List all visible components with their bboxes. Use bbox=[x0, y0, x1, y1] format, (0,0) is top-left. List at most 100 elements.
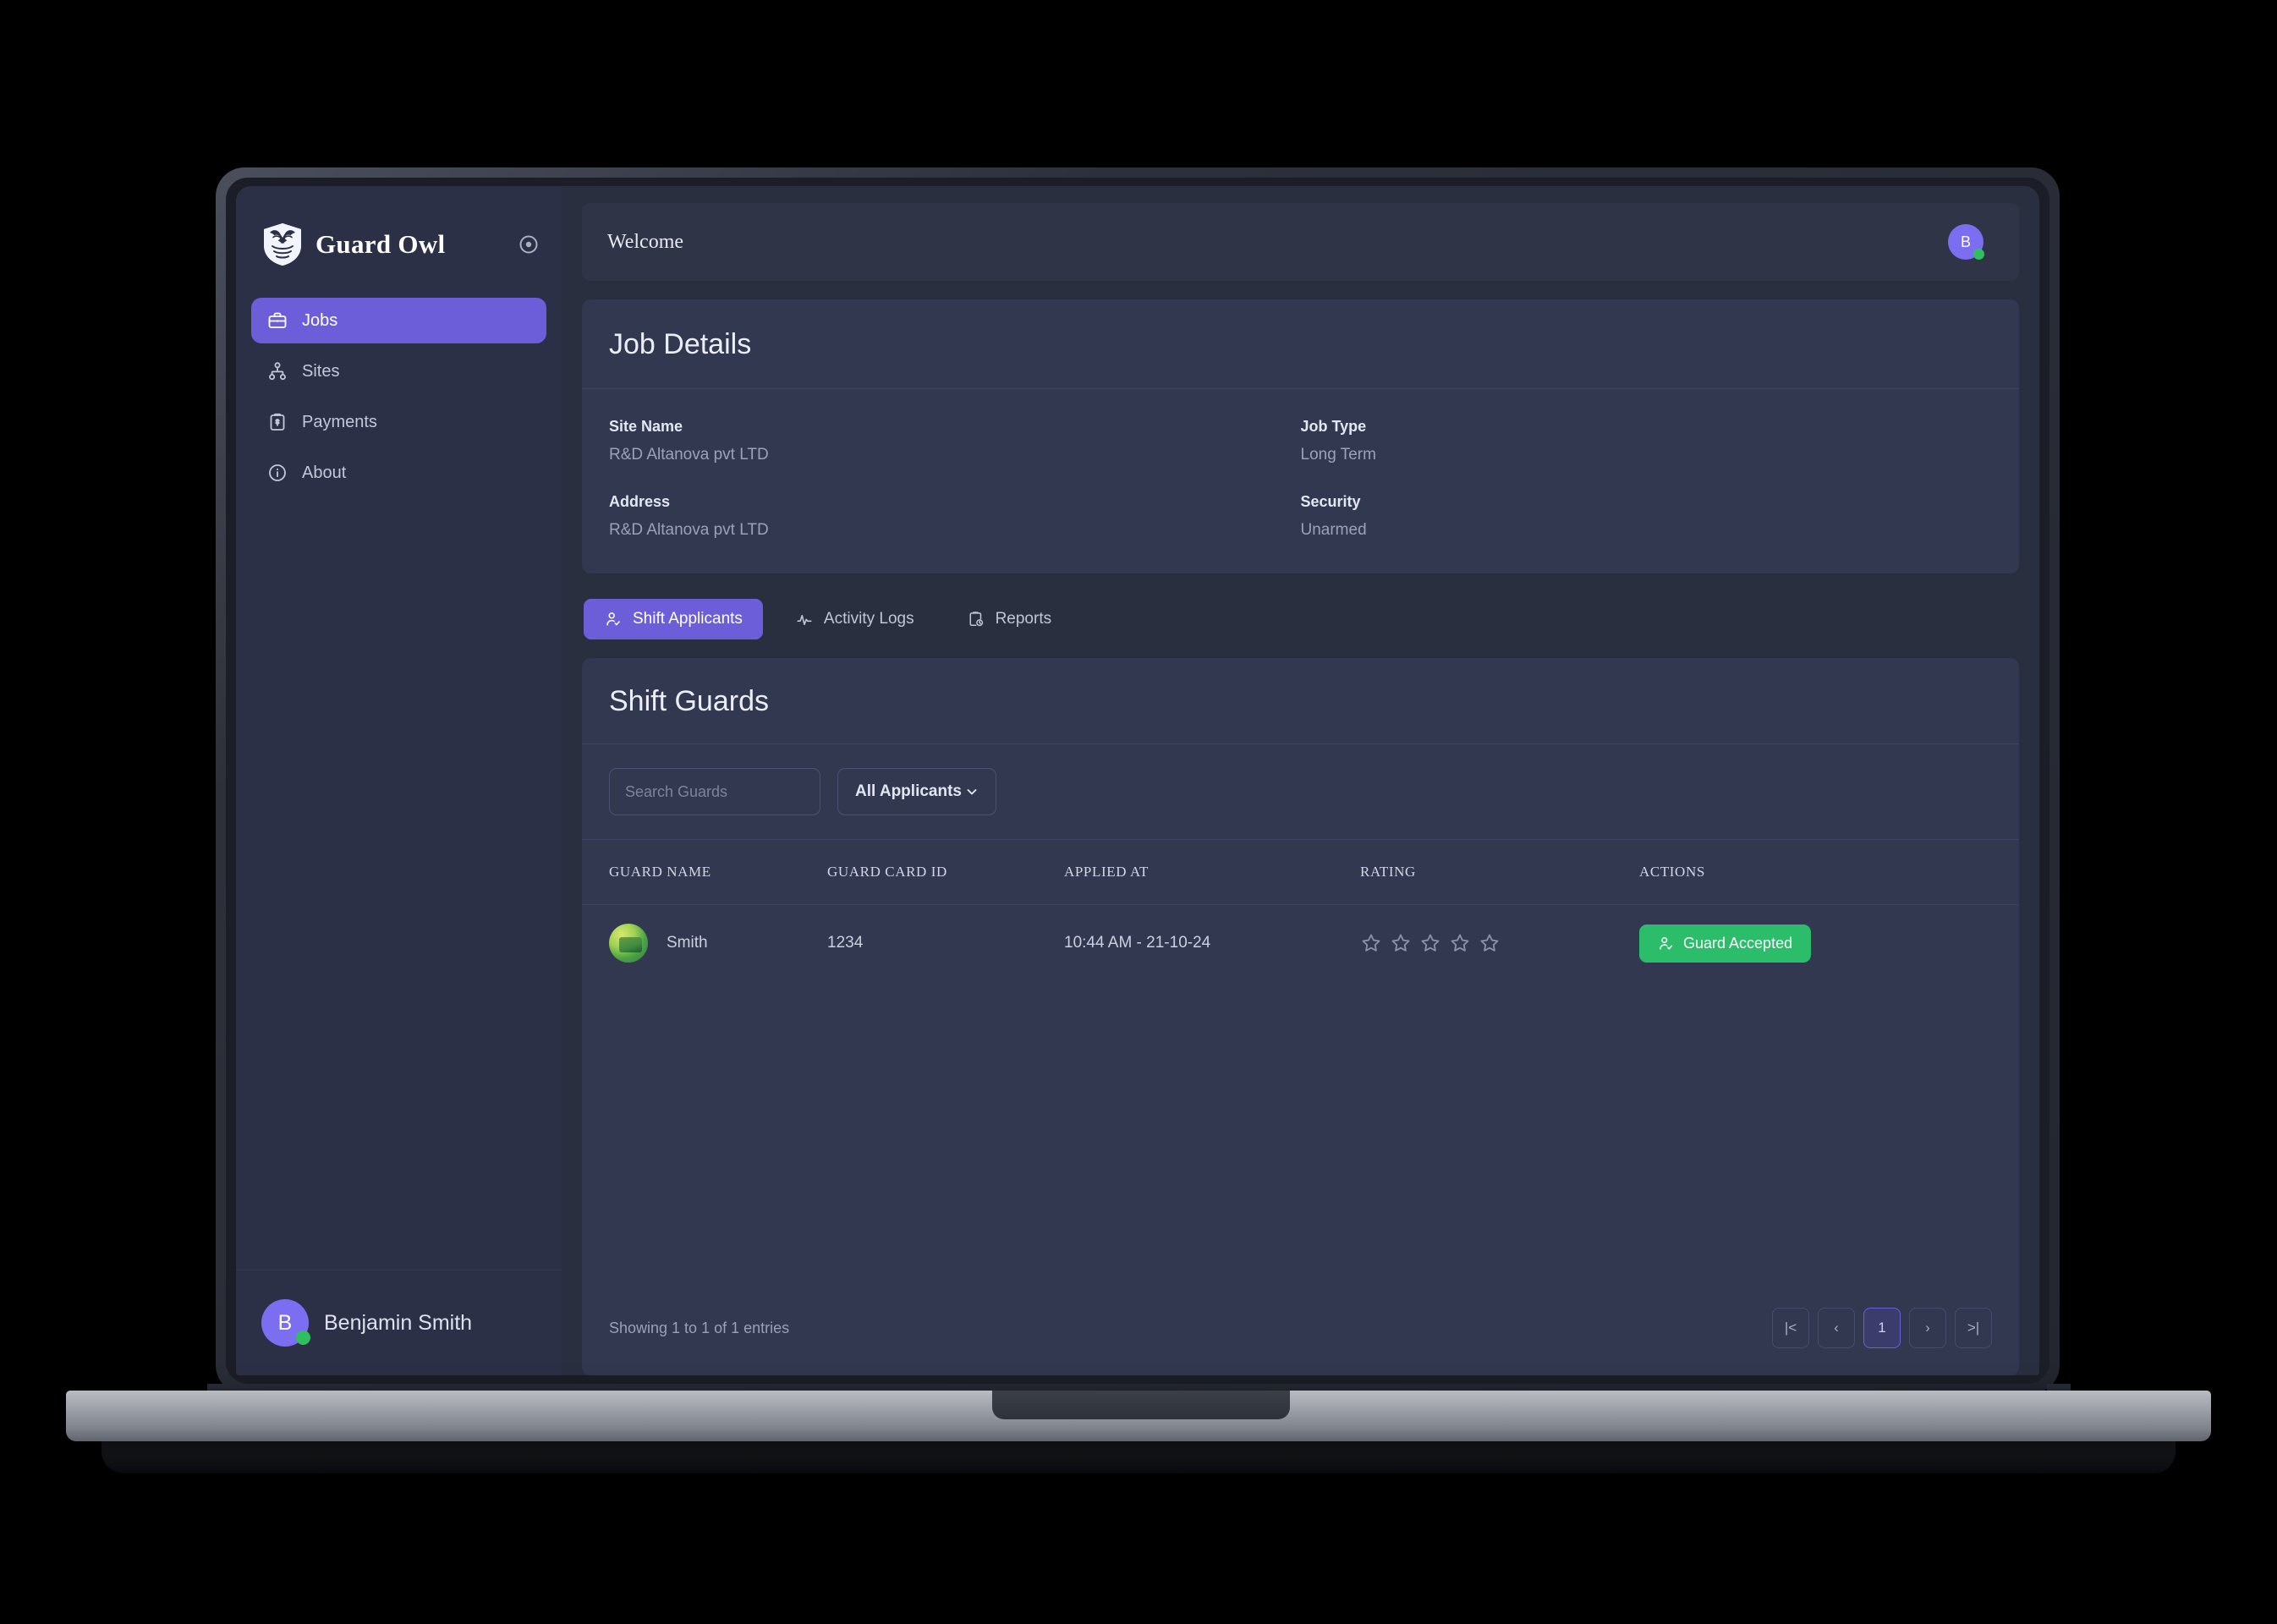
detail-label: Job Type bbox=[1300, 418, 1367, 435]
detail-label: Address bbox=[609, 493, 671, 510]
pagination-first-button[interactable]: |< bbox=[1772, 1308, 1809, 1348]
table-filters: All Applicants bbox=[582, 744, 2019, 840]
pagination: |< ‹ 1 › >| bbox=[1772, 1308, 1992, 1348]
welcome-title: Welcome bbox=[607, 230, 684, 253]
sidebar-item-label: About bbox=[302, 463, 347, 482]
owl-shield-icon bbox=[261, 222, 304, 267]
tab-label: Activity Logs bbox=[823, 610, 914, 628]
cell-actions: Guard Accepted bbox=[1639, 905, 2019, 982]
applicants-filter-select[interactable]: All Applicants bbox=[837, 768, 996, 815]
info-circle-icon bbox=[266, 462, 288, 484]
detail-field-address: Address R&D Altanova pvt LTD bbox=[609, 493, 1301, 540]
tab-shift-applicants[interactable]: Shift Applicants bbox=[584, 599, 763, 639]
pagination-next-button[interactable]: › bbox=[1909, 1308, 1946, 1348]
clipboard-dollar-icon bbox=[266, 411, 288, 433]
guard-accepted-label: Guard Accepted bbox=[1683, 934, 1793, 952]
sidebar-item-about[interactable]: About bbox=[251, 450, 546, 496]
job-details-header: Job Details bbox=[582, 299, 2019, 389]
cell-guard-card-id: 1234 bbox=[827, 934, 864, 952]
shift-guards-card: Shift Guards All Applicants bbox=[582, 658, 2019, 1375]
table-header-row: GUARD NAME GUARD CARD ID APPLIED AT RATI… bbox=[582, 840, 2019, 905]
sidebar-item-jobs[interactable]: Jobs bbox=[251, 298, 546, 343]
column-header-guard-name: GUARD NAME bbox=[582, 840, 827, 905]
cell-applied-at: 10:44 AM - 21-10-24 bbox=[1064, 934, 1211, 952]
column-header-rating: RATING bbox=[1360, 840, 1639, 905]
tab-reports[interactable]: Reports bbox=[946, 599, 1073, 639]
laptop-lid: Guard Owl Jobs Sites Payments About B Be… bbox=[216, 167, 2060, 1394]
app-screen: Guard Owl Jobs Sites Payments About B Be… bbox=[236, 186, 2039, 1375]
sidebar-user-profile[interactable]: B Benjamin Smith bbox=[236, 1270, 562, 1375]
chevron-down-icon bbox=[965, 785, 979, 798]
user-check-icon bbox=[1658, 935, 1674, 952]
table-footer: Showing 1 to 1 of 1 entries |< ‹ 1 › >| bbox=[582, 1286, 2019, 1375]
briefcase-icon bbox=[266, 310, 288, 332]
job-details-card: Job Details Site Name R&D Altanova pvt L… bbox=[582, 299, 2019, 573]
circle-dot-toggle-icon[interactable] bbox=[518, 233, 540, 255]
sidebar-item-label: Jobs bbox=[302, 310, 338, 330]
topbar-avatar[interactable]: B bbox=[1948, 224, 1984, 260]
column-header-guard-card-id: GUARD CARD ID bbox=[827, 840, 1064, 905]
page-title: Job Details bbox=[609, 328, 752, 360]
star-icon[interactable] bbox=[1390, 932, 1412, 954]
detail-value: Long Term bbox=[1300, 446, 1376, 464]
activity-pulse-icon bbox=[795, 610, 814, 628]
sidebar-user-name: Benjamin Smith bbox=[324, 1310, 473, 1335]
table-body: Smith 1234 10:44 AM - 21-10-24 Guard Acc… bbox=[582, 905, 2019, 982]
table-empty-space bbox=[582, 981, 2019, 1286]
showing-entries-text: Showing 1 to 1 of 1 entries bbox=[609, 1319, 790, 1336]
detail-value: R&D Altanova pvt LTD bbox=[609, 521, 769, 539]
column-header-actions: ACTIONS bbox=[1639, 840, 2019, 905]
detail-value: R&D Altanova pvt LTD bbox=[609, 446, 769, 464]
brand-name: Guard Owl bbox=[315, 229, 446, 259]
topbar-avatar-initial: B bbox=[1960, 233, 1971, 250]
pagination-page-1-button[interactable]: 1 bbox=[1863, 1308, 1901, 1348]
applicants-filter-value: All Applicants bbox=[855, 782, 962, 800]
guard-accepted-button[interactable]: Guard Accepted bbox=[1639, 924, 1812, 963]
pagination-last-button[interactable]: >| bbox=[1955, 1308, 1992, 1348]
brand-header: Guard Owl bbox=[236, 186, 562, 293]
detail-label: Security bbox=[1300, 493, 1361, 510]
sidebar-item-label: Payments bbox=[302, 412, 377, 431]
table-row[interactable]: Smith 1234 10:44 AM - 21-10-24 Guard Acc… bbox=[582, 905, 2019, 982]
detail-field-security: Security Unarmed bbox=[1301, 493, 1993, 540]
main-content: Welcome B Job Details Site Name R&D Alta… bbox=[562, 186, 2039, 1375]
column-header-applied-at: APPLIED AT bbox=[1064, 840, 1360, 905]
avatar: B bbox=[261, 1299, 310, 1347]
sidebar-item-label: Sites bbox=[302, 361, 340, 381]
star-icon[interactable] bbox=[1479, 932, 1501, 954]
detail-field-site-name: Site Name R&D Altanova pvt LTD bbox=[609, 418, 1301, 464]
avatar-initial: B bbox=[277, 1310, 293, 1335]
user-check-icon bbox=[604, 610, 623, 628]
guard-name-text: Smith bbox=[667, 934, 708, 952]
tab-bar: Shift Applicants Activity Logs Reports bbox=[582, 599, 2019, 639]
search-input[interactable] bbox=[609, 768, 820, 815]
table-header: GUARD NAME GUARD CARD ID APPLIED AT RATI… bbox=[582, 840, 2019, 905]
laptop-bezel: Guard Owl Jobs Sites Payments About B Be… bbox=[226, 178, 2049, 1384]
sidebar-item-payments[interactable]: Payments bbox=[251, 399, 546, 445]
pagination-prev-button[interactable]: ‹ bbox=[1818, 1308, 1855, 1348]
cell-guard-name: Smith bbox=[582, 905, 827, 982]
laptop-mockup: Guard Owl Jobs Sites Payments About B Be… bbox=[0, 0, 2277, 1624]
rating-stars[interactable] bbox=[1360, 932, 1631, 954]
tab-activity-logs[interactable]: Activity Logs bbox=[775, 599, 935, 639]
detail-field-job-type: Job Type Long Term bbox=[1301, 418, 1993, 464]
tab-label: Reports bbox=[995, 610, 1052, 628]
section-title: Shift Guards bbox=[609, 685, 769, 717]
laptop-base-shadow bbox=[102, 1438, 2175, 1473]
tab-label: Shift Applicants bbox=[633, 610, 743, 628]
laptop-base-notch bbox=[992, 1391, 1290, 1419]
sidebar-item-sites[interactable]: Sites bbox=[251, 348, 546, 394]
star-icon[interactable] bbox=[1449, 932, 1471, 954]
online-status-dot bbox=[1973, 249, 1984, 260]
clipboard-report-icon bbox=[967, 610, 985, 628]
star-icon[interactable] bbox=[1360, 932, 1382, 954]
sidebar-nav: Jobs Sites Payments About bbox=[236, 293, 562, 496]
sitemap-icon bbox=[266, 360, 288, 382]
online-status-dot bbox=[296, 1330, 310, 1345]
star-icon[interactable] bbox=[1419, 932, 1441, 954]
cell-rating bbox=[1360, 905, 1639, 982]
sidebar: Guard Owl Jobs Sites Payments About B Be… bbox=[236, 186, 562, 1375]
job-details-grid: Site Name R&D Altanova pvt LTD Job Type … bbox=[582, 389, 2019, 573]
shift-guards-table: GUARD NAME GUARD CARD ID APPLIED AT RATI… bbox=[582, 840, 2019, 981]
